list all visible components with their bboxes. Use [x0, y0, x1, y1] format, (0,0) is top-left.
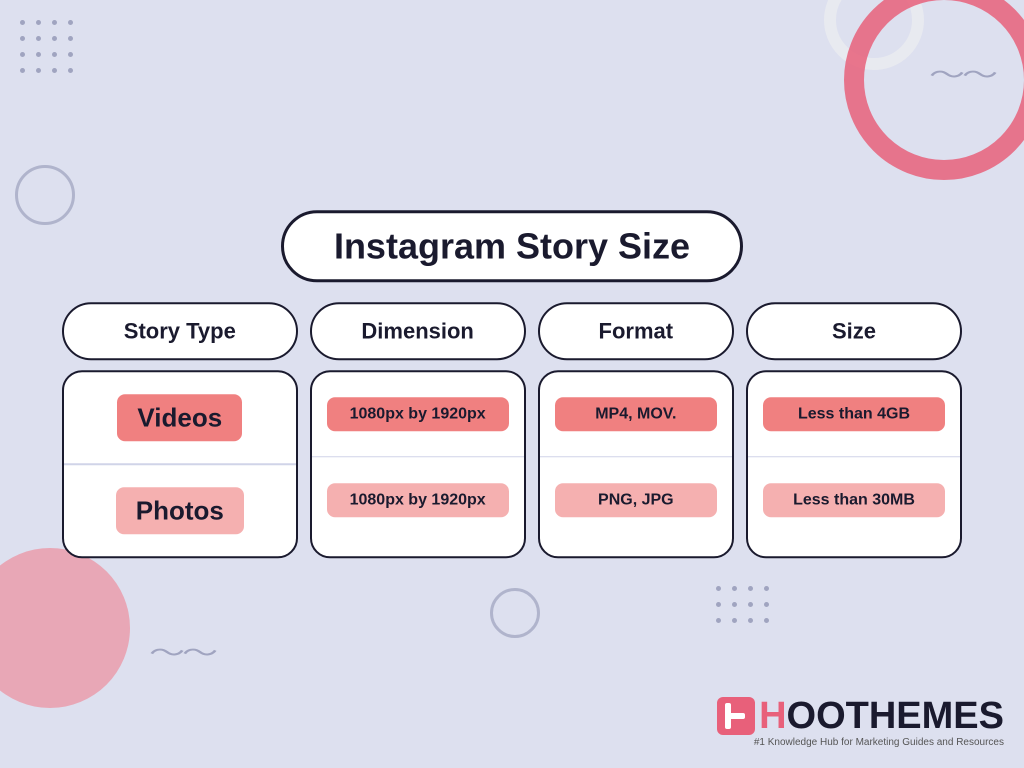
column-format: Format MP4, MOV. PNG, JPG — [538, 302, 734, 558]
dots-decoration-bottom-right — [716, 586, 774, 628]
brand-tagline: #1 Knowledge Hub for Marketing Guides an… — [754, 737, 1004, 748]
body-dimension: 1080px by 1920px 1080px by 1920px — [310, 370, 526, 558]
brand-name: HOOTHEMES — [759, 697, 1004, 735]
page-title: Instagram Story Size — [334, 225, 690, 267]
dimension-photos-value: 1080px by 1920px — [327, 483, 509, 517]
pink-arc-decoration — [844, 0, 1024, 180]
cell-story-type-videos: Videos — [64, 372, 296, 463]
body-format: MP4, MOV. PNG, JPG — [538, 370, 734, 558]
column-story-type: Story Type Videos Photos — [62, 302, 298, 558]
squiggle-decoration-top-right: ～～ — [929, 55, 995, 90]
videos-label: Videos — [117, 394, 242, 441]
header-story-type: Story Type — [62, 302, 298, 360]
cell-story-type-photos: Photos — [64, 465, 296, 556]
cell-format-videos: MP4, MOV. — [540, 372, 732, 457]
cell-dimension-photos: 1080px by 1920px — [312, 457, 524, 542]
dots-decoration-top-left — [20, 20, 78, 78]
format-videos-value: MP4, MOV. — [555, 397, 717, 431]
cell-dimension-videos: 1080px by 1920px — [312, 372, 524, 457]
header-format: Format — [538, 302, 734, 360]
body-story-type: Videos Photos — [62, 370, 298, 558]
body-size: Less than 4GB Less than 30MB — [746, 370, 962, 558]
brand-logo: HOOTHEMES — [717, 697, 1004, 735]
size-videos-value: Less than 4GB — [763, 397, 945, 431]
cell-size-photos: Less than 30MB — [748, 457, 960, 542]
circle-decoration-bottom-center — [490, 588, 540, 638]
column-dimension: Dimension 1080px by 1920px 1080px by 192… — [310, 302, 526, 558]
data-table: Story Type Videos Photos Dimension 1080p… — [62, 302, 962, 558]
header-size: Size — [746, 302, 962, 360]
squiggle-decoration-bottom-left: ～～ — [149, 633, 215, 668]
format-photos-value: PNG, JPG — [555, 483, 717, 517]
header-dimension: Dimension — [310, 302, 526, 360]
main-content: Instagram Story Size Story Type Videos P… — [62, 210, 962, 558]
photos-label: Photos — [116, 487, 244, 534]
dimension-videos-value: 1080px by 1920px — [327, 397, 509, 431]
title-box: Instagram Story Size — [281, 210, 743, 282]
size-photos-value: Less than 30MB — [763, 483, 945, 517]
cell-size-videos: Less than 4GB — [748, 372, 960, 457]
pink-blob-decoration — [0, 548, 130, 708]
brand-icon — [717, 697, 755, 735]
cell-format-photos: PNG, JPG — [540, 457, 732, 542]
column-size: Size Less than 4GB Less than 30MB — [746, 302, 962, 558]
branding: HOOTHEMES #1 Knowledge Hub for Marketing… — [717, 697, 1004, 748]
